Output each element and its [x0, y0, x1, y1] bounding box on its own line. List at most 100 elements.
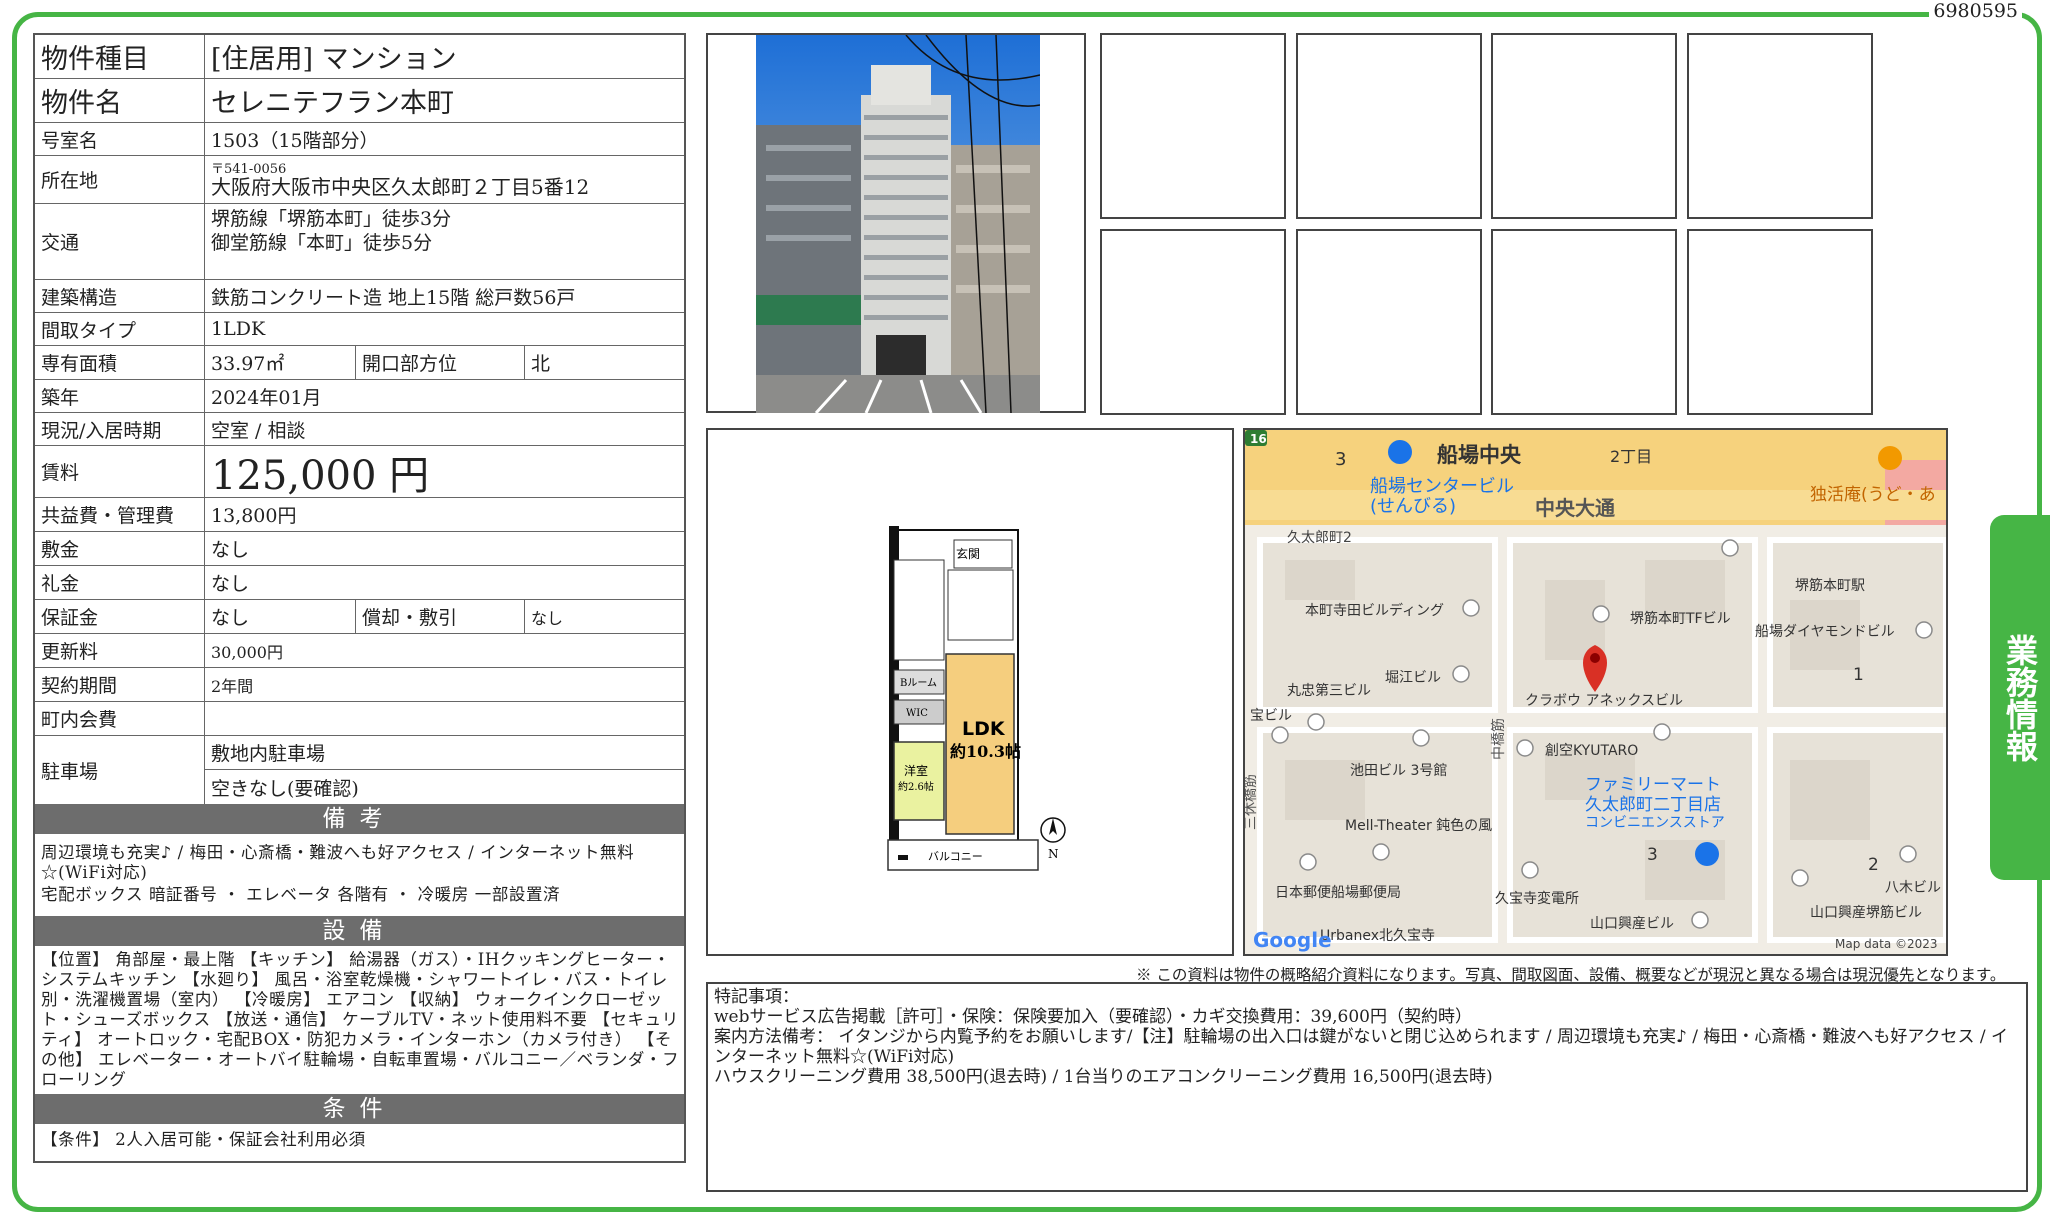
structure-label: 建築構造	[35, 280, 205, 312]
map-label-sankyubashi: 三休橋筋	[1245, 774, 1259, 830]
row-layout: 間取タイプ 1LDK	[35, 313, 684, 346]
address-value: 大阪府大阪市中央区久太郎町２丁目5番12	[211, 174, 590, 199]
renewal-value: 30,000円	[211, 642, 283, 662]
map-label-familymart: ファミリーマート	[1585, 775, 1721, 795]
room-label: 号室名	[35, 123, 205, 155]
building-photo-frame	[706, 33, 1086, 413]
map-label-diamond: 船場ダイヤモンドビル	[1755, 624, 1895, 640]
renewal-label: 更新料	[35, 634, 205, 667]
status-label: 現況/入居時期	[35, 413, 205, 445]
deposit-value: なし	[211, 539, 250, 561]
equipment-text: 【位置】 角部屋・最上階 【キッチン】 給湯器（ガス）・IHクッキングヒーター・…	[41, 950, 680, 1089]
map-label-sakaisuji-station: 堺筋本町駅	[1795, 577, 1865, 594]
address-cell: 〒541-0056 大阪府大阪市中央区久太郎町２丁目5番12	[205, 156, 684, 203]
row-name: 物件名 セレニテフラン本町	[35, 79, 684, 123]
map-label-ikeda: 池田ビル 3号館	[1350, 762, 1447, 779]
map-label-kurabo: クラボウ アネックスビル	[1525, 693, 1683, 709]
row-deposit: 敷金 なし	[35, 532, 684, 566]
map-canvas: 16 3 船場中央 2丁目 船場センタービル (せんびる) 中央大通 独活庵(う…	[1245, 430, 1946, 954]
map-label-tf: 堺筋本町TFビル	[1630, 610, 1731, 627]
parking-line-1: 敷地内駐車場	[205, 736, 684, 770]
photo-slot-2	[1296, 33, 1482, 219]
row-area: 専有面積 33.97㎡ 開口部方位 北	[35, 346, 684, 380]
photo-slot-8	[1687, 229, 1873, 415]
conditions-heading: 条件	[35, 1094, 684, 1124]
map-label-marutada: 丸忠第三ビル	[1287, 682, 1371, 699]
direction-value: 北	[531, 353, 551, 375]
room-value: 1503（15階部分）	[211, 129, 379, 152]
photo-slot-4	[1687, 33, 1873, 219]
map-label-2chome: 2丁目	[1610, 447, 1652, 466]
map-label-udo: 独活庵(うど・あ	[1810, 485, 1936, 505]
special-notes-line-2: 案内方法備考： イタンジから内覧予約をお願いします/【注】駐輪場の出入口は鍵がな…	[714, 1027, 2009, 1067]
conditions-text: 【条件】 2人入居可能・保証会社利用必須	[41, 1130, 366, 1149]
name-value: セレニテフラン本町	[211, 88, 454, 119]
map-panel[interactable]: 16 3 船場中央 2丁目 船場センタービル (せんびる) 中央大通 独活庵(う…	[1243, 428, 1948, 956]
floorplan-drawing: 玄関 LDK 約10.3帖 洋室 約2.6帖 Bルーム WIC バルコニー N	[887, 526, 1066, 871]
map-label-yagi: 八木ビル	[1885, 880, 1941, 896]
remarks-line-2: 宅配ボックス 暗証番号 ・ エレベータ 各階有 ・ 冷暖房 一部設置済	[41, 885, 561, 904]
map-label-convenience: コンビニエンスストア	[1585, 815, 1725, 831]
map-credit: Map data ©2023	[1835, 937, 1938, 951]
map-label-senbiru: (せんびる)	[1370, 496, 1456, 517]
layout-value: 1LDK	[211, 318, 266, 340]
row-parking: 駐車場 敷地内駐車場 空きなし(要確認)	[35, 736, 684, 804]
row-structure: 建築構造 鉄筋コンクリート造 地上15階 総戸数56戸	[35, 280, 684, 313]
map-label-kyutaro2: 久太郎町2	[1287, 530, 1352, 546]
row-fee: 共益費・管理費 13,800円	[35, 498, 684, 532]
row-key-money: 礼金 なし	[35, 566, 684, 600]
row-guarantee: 保証金 なし 償却・敷引 なし	[35, 600, 684, 634]
floorplan-frame: 玄関 LDK 約10.3帖 洋室 約2.6帖 Bルーム WIC バルコニー N	[706, 428, 1234, 956]
map-label-3a: 3	[1335, 449, 1346, 470]
rent-label: 賃料	[35, 446, 205, 497]
map-label-post: 日本郵便船場郵便局	[1275, 885, 1401, 901]
parking-label: 駐車場	[35, 736, 205, 804]
built-label: 築年	[35, 380, 205, 412]
direction-label: 開口部方位	[355, 346, 525, 379]
photo-slot-3	[1491, 33, 1677, 219]
row-status: 現況/入居時期 空室 / 相談	[35, 413, 684, 446]
map-google-logo: Google	[1253, 928, 1332, 952]
map-label-yamaguchi: 山口興産ビル	[1590, 916, 1674, 932]
deposit-label: 敷金	[35, 532, 205, 565]
map-route-16-a: 16	[1250, 432, 1267, 446]
row-transport: 交通 堺筋線「堺筋本町」徒歩3分 御堂筋線「本町」徒歩5分	[35, 204, 684, 280]
photo-slot-1	[1100, 33, 1286, 219]
remarks-line-1: 周辺環境も充実♪ / 梅田・心斎橋・難波へも好アクセス / インターネット無料☆…	[41, 843, 635, 882]
special-notes-line-3: ハウスクリーニング費用 38,500円(退去時) / 1台当りのエアコンクリーニ…	[714, 1067, 1493, 1087]
row-renewal: 更新料 30,000円	[35, 634, 684, 668]
structure-value: 鉄筋コンクリート造 地上15階 総戸数56戸	[211, 286, 576, 309]
plan-entrance-label: 玄関	[956, 546, 980, 561]
transport-line-1: 堺筋線「堺筋本町」徒歩3分	[211, 208, 452, 230]
guarantee-label: 保証金	[35, 600, 205, 633]
photo-slot-5	[1100, 229, 1286, 415]
property-table: 物件種目 [住居用] マンション 物件名 セレニテフラン本町 号室名 1503（…	[33, 33, 686, 1163]
business-info-tab-label: 業務情報	[2001, 633, 2039, 762]
status-value: 空室 / 相談	[211, 419, 306, 442]
photo-slot-7	[1491, 229, 1677, 415]
transport-label: 交通	[35, 204, 205, 279]
amort-label: 償却・敷引	[355, 600, 525, 633]
built-value: 2024年01月	[211, 386, 322, 409]
type-label: 物件種目	[35, 35, 205, 78]
contract-value: 2年間	[211, 676, 254, 696]
special-notes-box: 特記事項： webサービス広告掲載［許可］・保険：保険要加入（要確認）・カギ交換…	[706, 982, 2028, 1192]
map-label-mell: Mell-Theater 鈍色の風	[1345, 817, 1492, 834]
row-contract: 契約期間 2年間	[35, 668, 684, 702]
type-value: [住居用] マンション	[211, 44, 457, 75]
fee-value: 13,800円	[211, 505, 297, 527]
special-notes-title: 特記事項：	[714, 987, 799, 1007]
map-label-yamaguchi-sakaisuji: 山口興産堺筋ビル	[1810, 904, 1922, 921]
plan-western-size: 約2.6帖	[898, 780, 934, 793]
plan-ldk-label: LDK	[962, 718, 1006, 740]
row-built: 築年 2024年01月	[35, 380, 684, 413]
equipment-heading: 設備	[35, 916, 684, 946]
map-label-familymart-branch: 久太郎町二丁目店	[1585, 795, 1721, 815]
parking-line-2: 空きなし(要確認)	[211, 777, 359, 800]
plan-balcony-label: バルコニー	[928, 850, 983, 863]
rent-value: 125,000 円	[211, 452, 430, 499]
special-notes-line-1: webサービス広告掲載［許可］・保険：保険要加入（要確認）・カギ交換費用：39,…	[714, 1007, 1472, 1027]
map-label-kyutaro-cafe: 創空KYUTARO	[1545, 743, 1638, 759]
row-town-fee: 町内会費	[35, 702, 684, 736]
business-info-tab[interactable]: 業務情報	[1990, 515, 2050, 880]
